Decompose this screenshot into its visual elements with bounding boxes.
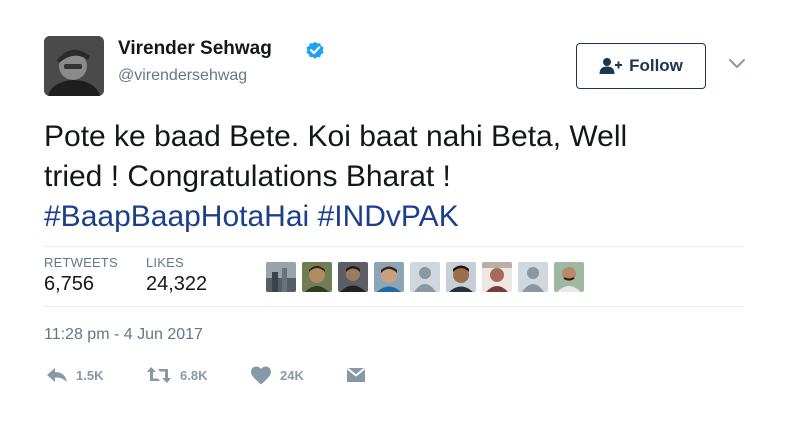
- heart-icon: [251, 366, 271, 385]
- likes-label: LIKES: [146, 255, 184, 270]
- follow-button[interactable]: Follow: [576, 43, 706, 89]
- likes-value: 24,322: [146, 273, 208, 295]
- reply-count: 1.5K: [76, 367, 104, 383]
- liker-avatar[interactable]: [338, 262, 368, 292]
- author-handle[interactable]: @virendersehwag: [118, 67, 247, 85]
- reply-icon: [47, 368, 67, 382]
- add-user-icon: [599, 58, 623, 74]
- follow-label: Follow: [629, 56, 683, 75]
- tweet-line-2: tried ! Congratulations Bharat !: [44, 160, 451, 193]
- liker-avatar[interactable]: [518, 262, 548, 292]
- divider: [44, 246, 744, 247]
- like-count: 24K: [280, 368, 304, 383]
- message-icon: [346, 367, 366, 382]
- liker-avatar[interactable]: [266, 262, 296, 292]
- like-button[interactable]: 24K: [250, 366, 304, 385]
- retweets-label: RETWEETS: [44, 255, 118, 270]
- liker-avatar[interactable]: [374, 262, 404, 292]
- retweet-count: 6.8K: [180, 367, 208, 383]
- liker-avatar[interactable]: [410, 262, 440, 292]
- tweet-line-1: Pote ke baad Bete. Koi baat nahi Beta, W…: [44, 120, 628, 153]
- likes-stat[interactable]: LIKES 24,322: [146, 255, 207, 296]
- retweet-button[interactable]: 6.8K: [146, 366, 207, 384]
- direct-message-button[interactable]: [346, 367, 366, 384]
- hashtag-link[interactable]: #INDvPAK: [318, 200, 459, 233]
- liker-avatar[interactable]: [446, 262, 476, 292]
- chevron-down-icon[interactable]: [728, 57, 746, 71]
- divider: [44, 306, 744, 307]
- reply-button[interactable]: 1.5K: [46, 366, 103, 384]
- liker-avatar[interactable]: [302, 262, 332, 292]
- tweet-timestamp[interactable]: 11:28 pm - 4 Jun 2017: [44, 326, 203, 344]
- tweet-text: Pote ke baad Bete. Koi baat nahi Beta, W…: [44, 117, 744, 237]
- avatar[interactable]: [44, 36, 104, 96]
- liker-avatar[interactable]: [554, 262, 584, 292]
- tweet-hashtags: #BaapBaapHotaHai #INDvPAK: [44, 197, 744, 237]
- retweets-value: 6,756: [44, 273, 95, 295]
- retweet-icon: [147, 367, 171, 383]
- verified-badge-icon: [306, 41, 324, 59]
- retweets-stat[interactable]: RETWEETS 6,756: [44, 255, 118, 296]
- liker-avatar[interactable]: [482, 262, 512, 292]
- author-name[interactable]: Virender Sehwag: [118, 38, 272, 60]
- likers-avatars: [266, 262, 584, 292]
- hashtag-link[interactable]: #BaapBaapHotaHai: [44, 200, 309, 233]
